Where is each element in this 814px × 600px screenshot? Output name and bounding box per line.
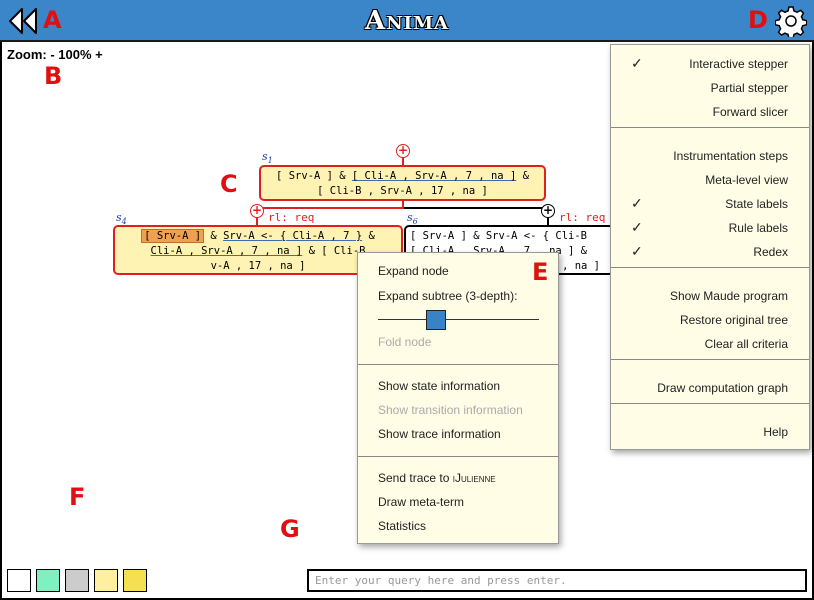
- zoom-control[interactable]: Zoom: - 100% +: [7, 47, 103, 62]
- menu-divider: [358, 456, 558, 457]
- check-icon: ✓: [631, 219, 643, 235]
- menu-text: iJulienne: [452, 471, 496, 485]
- label-f: F: [69, 483, 86, 511]
- expand-plus-icon[interactable]: +: [250, 204, 264, 218]
- edge-line: [404, 207, 549, 209]
- node-text-highlight: [ Srv-A ]: [141, 229, 205, 243]
- subtree-depth-slider[interactable]: [426, 310, 446, 330]
- state-label-s1: s1: [262, 150, 273, 166]
- settings-divider: [611, 267, 809, 268]
- settings-item-meta-level-view[interactable]: Meta-level view: [705, 173, 788, 187]
- label-b: B: [44, 62, 63, 90]
- label-a: A: [43, 6, 62, 34]
- menu-divider: [358, 364, 558, 365]
- settings-panel: Interactive stepper ✓ Partial stepper Forwa…: [610, 44, 810, 450]
- context-menu: Expand node Expand subtree (3-depth): E …: [357, 252, 559, 544]
- subtree-depth-track[interactable]: [378, 319, 539, 320]
- menu-expand-node[interactable]: Expand node: [378, 264, 449, 278]
- settings-item-redex[interactable]: Redex: [753, 245, 788, 259]
- menu-fold-node[interactable]: Fold node: [378, 335, 431, 349]
- node-text: &: [204, 230, 224, 242]
- label-c: C: [220, 170, 238, 198]
- label-e: E: [532, 258, 549, 286]
- settings-item-rule-labels[interactable]: Rule labels: [729, 221, 788, 235]
- query-input[interactable]: [307, 569, 807, 592]
- menu-show-state[interactable]: Show state information: [378, 379, 500, 393]
- settings-divider: [611, 359, 809, 360]
- node-text-redex: Srv-A <- { Cli-A , 7 }: [223, 230, 363, 242]
- check-icon: ✓: [631, 55, 643, 71]
- settings-item-partial-stepper[interactable]: Partial stepper: [711, 81, 788, 95]
- node-text-redex: [ Cli-A , Srv-A , 7 , na ]: [351, 170, 517, 182]
- settings-item-instrumentation-steps[interactable]: Instrumentation steps: [673, 149, 788, 163]
- label-g: G: [280, 515, 300, 543]
- label-d: D: [748, 6, 768, 34]
- settings-item-show-maude-program[interactable]: Show Maude program: [670, 289, 788, 303]
- color-swatch[interactable]: [123, 569, 147, 592]
- menu-show-transition[interactable]: Show transition information: [378, 403, 523, 417]
- settings-item-help[interactable]: Help: [763, 425, 788, 439]
- node-text: [ Cli-B , Srv-A , 17 , na ]: [317, 185, 488, 197]
- menu-show-trace[interactable]: Show trace information: [378, 427, 501, 441]
- menu-statistics[interactable]: Statistics: [378, 519, 426, 533]
- state-label-s6: s6: [407, 211, 418, 227]
- rule-label-s4: rl: req: [268, 211, 315, 224]
- gear-icon[interactable]: [774, 5, 808, 40]
- settings-divider: [611, 127, 809, 128]
- menu-expand-subtree[interactable]: Expand subtree (3-depth):: [378, 289, 517, 303]
- top-bar: Anima: [0, 0, 814, 42]
- settings-item-restore-original-tree[interactable]: Restore original tree: [680, 313, 788, 327]
- menu-draw-meta-term[interactable]: Draw meta-term: [378, 495, 464, 509]
- settings-item-state-labels[interactable]: State labels: [725, 197, 788, 211]
- node-text-redex: Cli-A , Srv-A , 7 , na ]: [150, 245, 303, 257]
- settings-divider: [611, 403, 809, 404]
- app-title: Anima: [365, 6, 449, 36]
- state-label-s4: s4: [116, 211, 127, 227]
- settings-item-interactive-stepper[interactable]: Interactive stepper: [689, 57, 788, 71]
- color-swatch[interactable]: [7, 569, 31, 592]
- settings-item-draw-computation-graph[interactable]: Draw computation graph: [657, 381, 788, 395]
- node-text: [ Srv-A ] & Srv-A <- { Cli-B: [410, 230, 588, 242]
- tree-node-s1[interactable]: [ Srv-A ] & [ Cli-A , Srv-A , 7 , na ] &…: [259, 165, 546, 201]
- node-text: &: [516, 170, 529, 182]
- color-swatch[interactable]: [65, 569, 89, 592]
- check-icon: ✓: [631, 195, 643, 211]
- rule-label-s6: rl: req: [559, 211, 606, 224]
- node-text: &: [362, 230, 375, 242]
- expand-plus-icon[interactable]: +: [396, 144, 410, 158]
- color-swatch[interactable]: [36, 569, 60, 592]
- settings-item-forward-slicer[interactable]: Forward slicer: [713, 105, 788, 119]
- settings-item-clear-all-criteria[interactable]: Clear all criteria: [705, 337, 788, 351]
- node-text: v-A , 17 , na ]: [210, 260, 306, 272]
- check-icon: ✓: [631, 243, 643, 259]
- menu-text: Send trace to: [378, 471, 453, 485]
- node-text: & [ Cli-B: [302, 245, 366, 257]
- menu-send-trace[interactable]: Send trace to iJulienne: [378, 471, 496, 485]
- expand-plus-icon[interactable]: +: [541, 204, 555, 218]
- edge-line: [257, 207, 404, 209]
- node-text: [ Srv-A ] &: [276, 170, 352, 182]
- color-swatch[interactable]: [94, 569, 118, 592]
